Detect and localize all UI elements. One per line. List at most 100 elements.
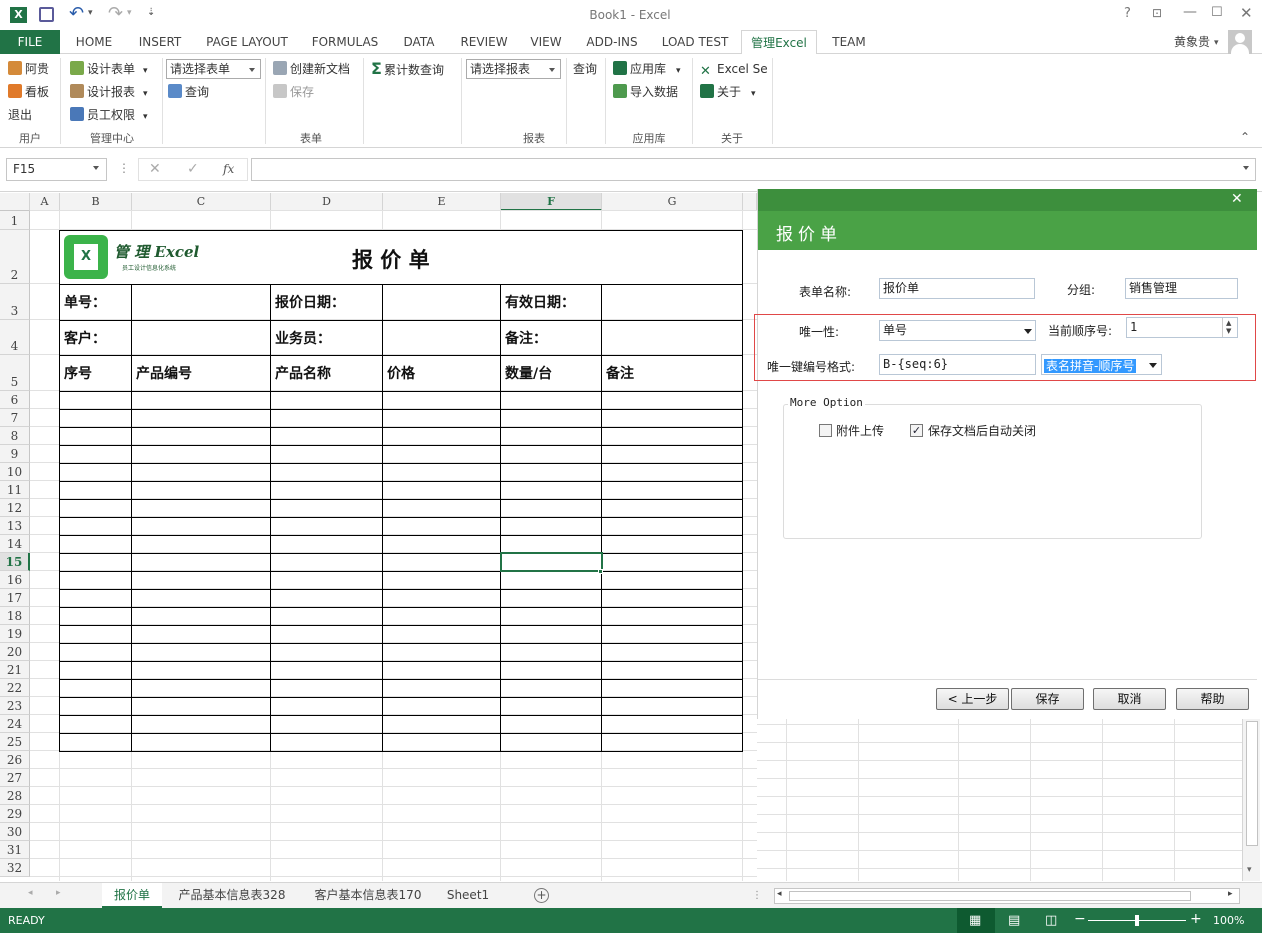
insert-function-icon[interactable]: fx: [223, 162, 234, 176]
tab-split-handle-icon[interactable]: ⋮: [752, 890, 762, 901]
row-header[interactable]: 8: [0, 427, 30, 445]
seq-spinner[interactable]: ▲ ▼: [1222, 318, 1237, 337]
tab-file[interactable]: FILE: [0, 30, 60, 54]
tab-formulas[interactable]: FORMULAS: [306, 30, 384, 54]
row-header[interactable]: 5: [0, 355, 30, 391]
row-header[interactable]: 30: [0, 823, 30, 841]
row-header[interactable]: 28: [0, 787, 30, 805]
column-header[interactable]: E: [383, 193, 501, 211]
row-header[interactable]: 17: [0, 589, 30, 607]
ribbon-cumulative-query[interactable]: Σ 累计数查询: [371, 60, 444, 79]
page-layout-view-icon[interactable]: ▤: [1008, 913, 1020, 928]
customize-qat-icon[interactable]: ⇣: [147, 7, 155, 18]
row-header[interactable]: 29: [0, 805, 30, 823]
row-header[interactable]: 15: [0, 553, 30, 571]
cancel-button[interactable]: 取消: [1093, 688, 1166, 710]
zoom-out-icon[interactable]: −: [1074, 911, 1086, 927]
vertical-scroll-thumb[interactable]: [1246, 721, 1258, 846]
ribbon-design-report[interactable]: 设计报表 ▾: [70, 83, 148, 103]
ribbon-create-doc[interactable]: 创建新文档: [273, 60, 350, 78]
row-header[interactable]: 20: [0, 643, 30, 661]
column-header[interactable]: B: [60, 193, 132, 211]
next-sheet-icon[interactable]: ▸: [56, 888, 61, 898]
undo-dropdown-icon[interactable]: ▾: [88, 8, 93, 18]
fill-handle[interactable]: [598, 569, 603, 574]
ribbon-import-data[interactable]: 导入数据: [613, 83, 678, 101]
row-header[interactable]: 13: [0, 517, 30, 535]
ribbon-save[interactable]: 保存: [273, 83, 314, 101]
ribbon-dashboard[interactable]: 看板: [8, 83, 49, 101]
row-header[interactable]: 9: [0, 445, 30, 463]
group-input[interactable]: 销售管理: [1125, 278, 1238, 299]
scroll-right-icon[interactable]: ▸: [1228, 889, 1233, 899]
name-box-dropdown-icon[interactable]: [93, 166, 99, 173]
worksheet-grid[interactable]: A B C D E F G 1 2 3 4 5 6 7 8 9 10 11 12 13 14 15 16 17 18 19 20 21…: [0, 193, 757, 881]
spin-down-icon[interactable]: ▼: [1226, 327, 1231, 335]
prev-sheet-icon[interactable]: ◂: [28, 888, 33, 898]
ribbon-app-library[interactable]: 应用库 ▾: [613, 60, 681, 80]
tab-insert[interactable]: INSERT: [132, 30, 188, 54]
name-box[interactable]: F15: [6, 158, 107, 181]
spin-up-icon[interactable]: ▲: [1226, 319, 1231, 327]
row-header[interactable]: 4: [0, 320, 30, 355]
tab-add-ins[interactable]: ADD-INS: [580, 30, 644, 54]
ribbon-report-query[interactable]: 查询: [573, 60, 597, 78]
format-dropdown-icon[interactable]: [1149, 363, 1157, 372]
ribbon-design-form[interactable]: 设计表单 ▾: [70, 60, 148, 80]
attach-checkbox[interactable]: [819, 424, 832, 437]
form-name-input[interactable]: 报价单: [879, 278, 1035, 299]
row-header[interactable]: 1: [0, 211, 30, 230]
tab-view[interactable]: VIEW: [526, 30, 566, 54]
column-header[interactable]: A: [30, 193, 60, 211]
cancel-icon[interactable]: ✕: [149, 161, 161, 177]
row-header[interactable]: 21: [0, 661, 30, 679]
ribbon-excel-se[interactable]: ✕ Excel Se: [700, 60, 768, 79]
zoom-slider-thumb[interactable]: [1135, 915, 1139, 926]
row-header[interactable]: 6: [0, 391, 30, 409]
row-header[interactable]: 3: [0, 284, 30, 320]
row-header[interactable]: 18: [0, 607, 30, 625]
autoclose-checkbox[interactable]: ✓: [910, 424, 923, 437]
ribbon-user-agui[interactable]: 阿贵: [8, 60, 49, 78]
tab-review[interactable]: REVIEW: [456, 30, 512, 54]
save-button[interactable]: 保存: [1011, 688, 1084, 710]
column-header[interactable]: F: [501, 193, 602, 211]
add-sheet-icon[interactable]: +: [534, 888, 549, 903]
row-header[interactable]: 14: [0, 535, 30, 553]
column-header[interactable]: C: [132, 193, 271, 211]
user-name[interactable]: 黄象贵: [1166, 30, 1218, 54]
expand-formula-icon[interactable]: [1243, 166, 1249, 173]
row-header[interactable]: 23: [0, 697, 30, 715]
row-header[interactable]: 12: [0, 499, 30, 517]
zoom-in-icon[interactable]: +: [1190, 911, 1202, 927]
vertical-scrollbar[interactable]: ▾: [1242, 719, 1260, 881]
column-header[interactable]: D: [271, 193, 383, 211]
sheet-tab-customer[interactable]: 客户基本信息表170: [304, 883, 432, 908]
row-header[interactable]: 2: [0, 230, 30, 284]
close-icon[interactable]: ✕: [1240, 4, 1253, 22]
active-cell[interactable]: [500, 552, 603, 572]
help-icon[interactable]: ?: [1124, 6, 1131, 21]
ribbon-form-query[interactable]: 查询: [168, 83, 209, 101]
horizontal-scroll-thumb[interactable]: [789, 891, 1191, 901]
report-select-dropdown[interactable]: 请选择报表: [466, 59, 561, 79]
row-header[interactable]: 10: [0, 463, 30, 481]
row-header[interactable]: 27: [0, 769, 30, 787]
tab-page-layout[interactable]: PAGE LAYOUT: [200, 30, 294, 54]
ribbon-staff-permission[interactable]: 员工权限 ▾: [70, 106, 148, 126]
enter-icon[interactable]: ✓: [187, 161, 199, 177]
maximize-icon[interactable]: ☐: [1211, 5, 1223, 20]
row-header[interactable]: 22: [0, 679, 30, 697]
row-header[interactable]: 25: [0, 733, 30, 751]
redo-dropdown-icon[interactable]: ▾: [127, 8, 132, 18]
row-header[interactable]: 11: [0, 481, 30, 499]
minimize-icon[interactable]: —: [1183, 4, 1197, 20]
zoom-level[interactable]: 100%: [1213, 914, 1244, 927]
row-header[interactable]: 24: [0, 715, 30, 733]
tab-home[interactable]: HOME: [68, 30, 120, 54]
scroll-down-icon[interactable]: ▾: [1247, 865, 1252, 875]
save-icon[interactable]: [39, 7, 54, 22]
row-header[interactable]: 16: [0, 571, 30, 589]
page-break-view-icon[interactable]: ◫: [1045, 913, 1057, 928]
column-header[interactable]: G: [602, 193, 743, 211]
